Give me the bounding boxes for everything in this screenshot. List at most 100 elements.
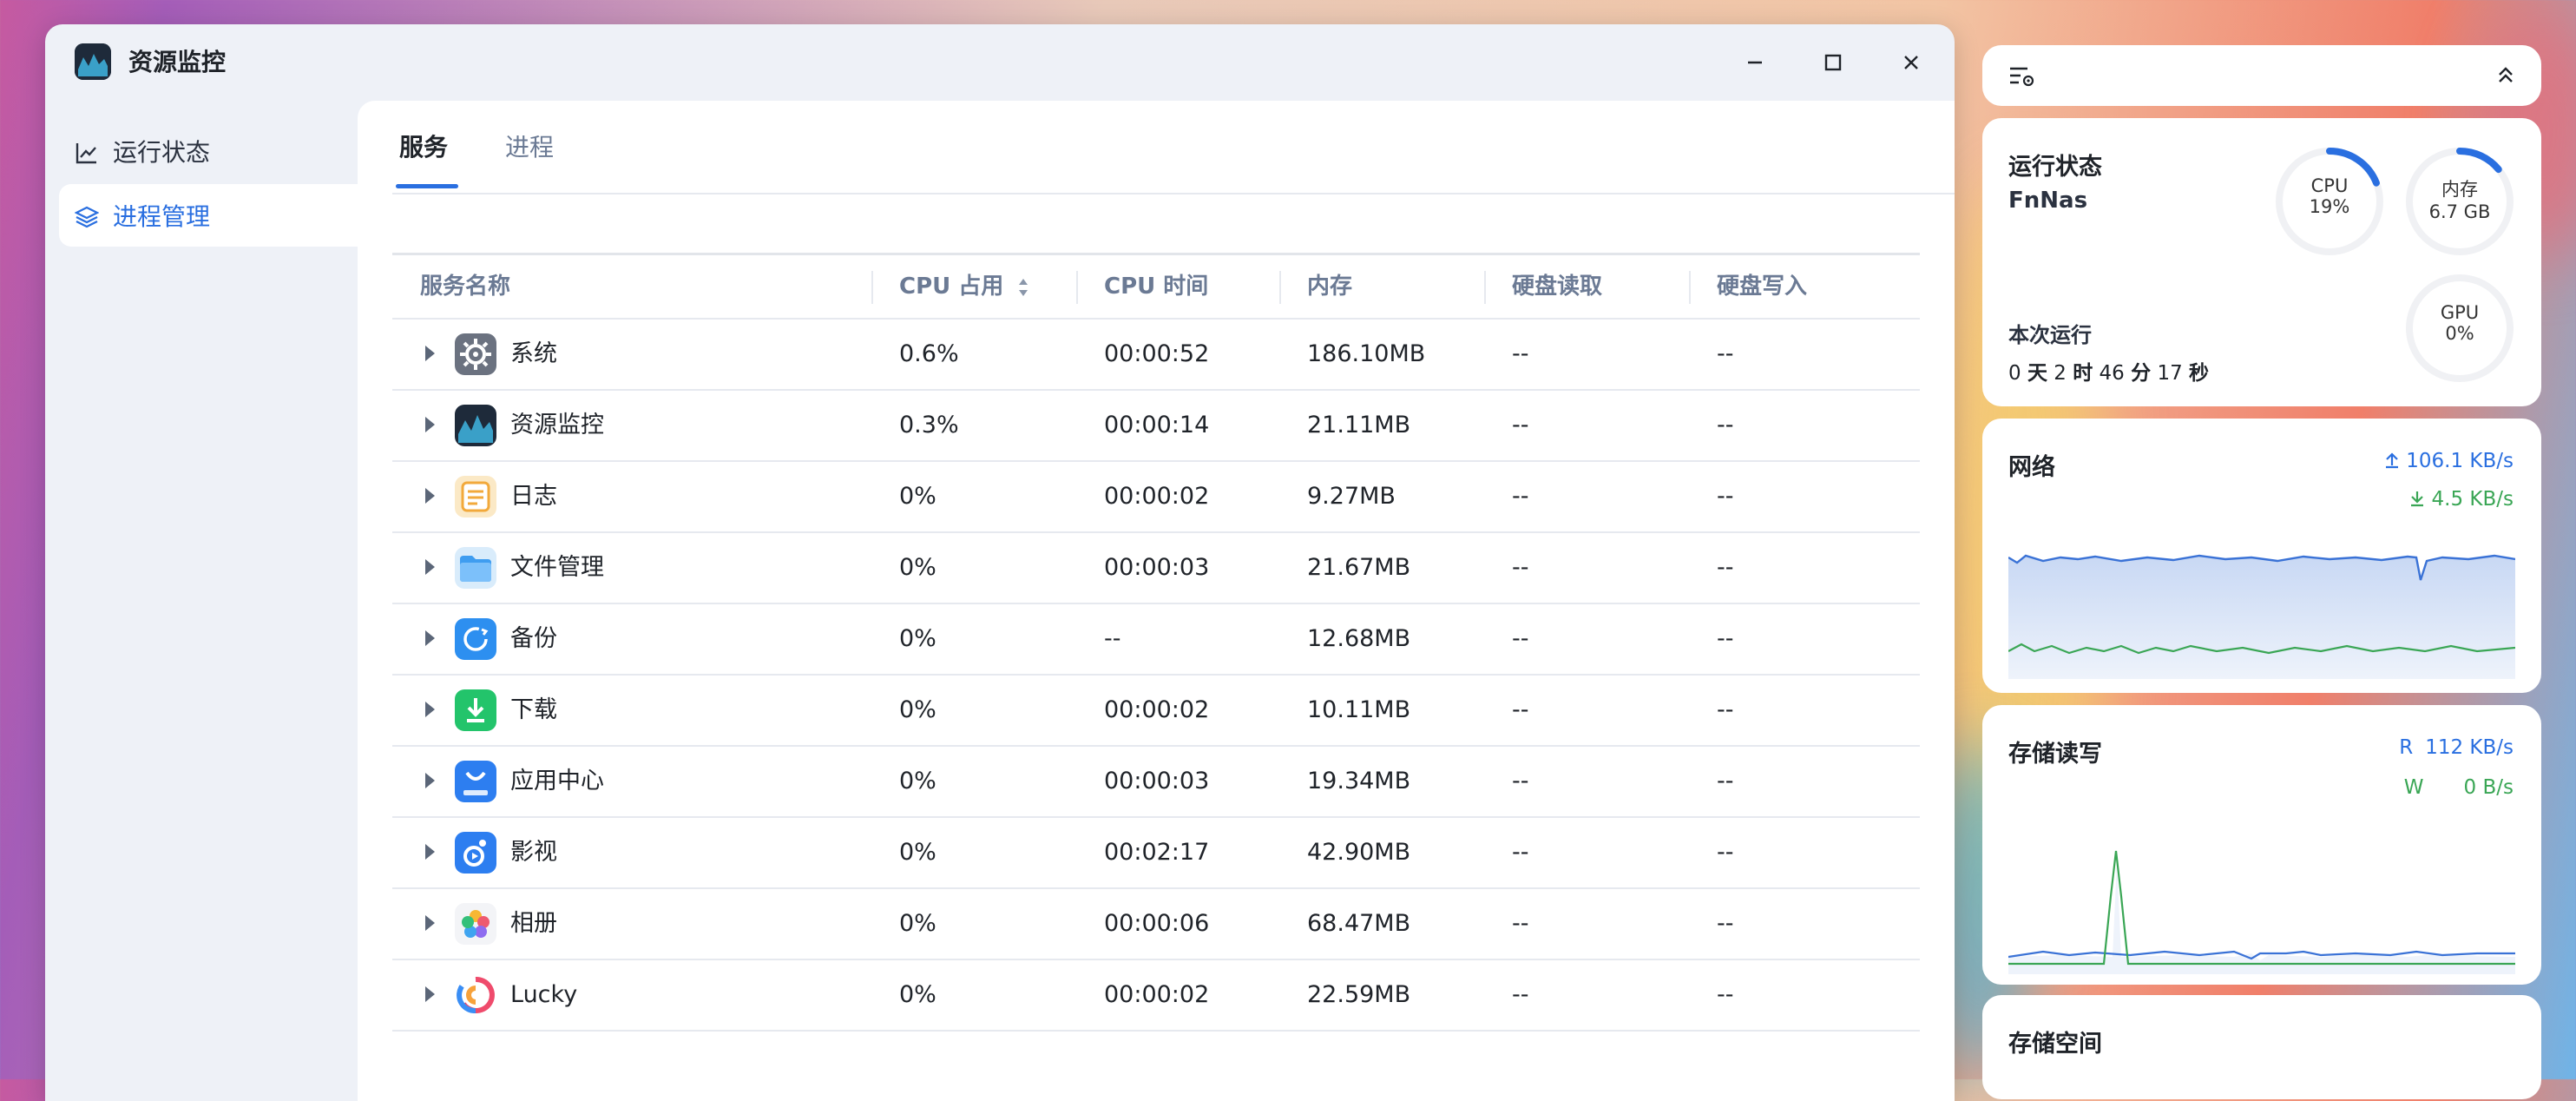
host-name: FnNas [2008, 188, 2088, 214]
cell-read: -- [1512, 412, 1529, 438]
expand-caret-icon[interactable] [425, 773, 435, 788]
close-button[interactable] [1894, 45, 1929, 80]
tab-services[interactable]: 服务 [399, 127, 448, 168]
cell-mem: 9.27MB [1307, 483, 1396, 510]
expand-caret-icon[interactable] [425, 417, 435, 432]
column-header-cpu-time[interactable]: CPU 时间 [1104, 255, 1208, 318]
expand-caret-icon[interactable] [425, 986, 435, 1002]
cell-time: 00:00:02 [1104, 981, 1210, 1008]
cell-read: -- [1512, 696, 1529, 723]
active-tab-indicator [396, 184, 458, 188]
table-row[interactable]: 备份 0% -- 12.68MB -- -- [392, 604, 1920, 676]
cell-read: -- [1512, 981, 1529, 1008]
column-header-cpu-usage[interactable]: CPU 占用 [899, 255, 1030, 318]
expand-caret-icon[interactable] [425, 488, 435, 504]
table-row[interactable]: 日志 0% 00:00:02 9.27MB -- -- [392, 462, 1920, 533]
lucky-icon [455, 974, 496, 1016]
cell-mem: 21.11MB [1307, 412, 1411, 438]
resource-monitor-window: 资源监控 运行状态 进程管理 服务 进程 服务名称 CPU 占用 CPU 时间 … [45, 24, 1955, 1101]
cell-name: 日志 [510, 483, 557, 510]
cell-name: 文件管理 [510, 554, 604, 581]
upload-icon [2385, 452, 2398, 469]
expand-caret-icon[interactable] [425, 844, 435, 860]
cell-mem: 22.59MB [1307, 981, 1411, 1008]
status-widget: 运行状态 FnNas 本次运行 0 天 2 时 46 分 17 秒 CPU 19… [1982, 118, 2541, 406]
column-header-label: CPU 占用 [899, 274, 1004, 300]
cell-mem: 21.67MB [1307, 554, 1411, 581]
cell-time: -- [1104, 625, 1121, 652]
cell-time: 00:00:02 [1104, 483, 1210, 510]
gpu-gauge-label: GPU 0% [2440, 302, 2480, 344]
minimize-icon [1748, 61, 1762, 64]
column-header-disk-read[interactable]: 硬盘读取 [1512, 255, 1602, 318]
column-header-disk-write[interactable]: 硬盘写入 [1717, 255, 1807, 318]
table-row[interactable]: 下载 0% 00:00:02 10.11MB -- -- [392, 676, 1920, 747]
cell-mem: 10.11MB [1307, 696, 1411, 723]
table-row[interactable]: 系统 0.6% 00:00:52 186.10MB -- -- [392, 320, 1920, 391]
column-header-memory[interactable]: 内存 [1307, 255, 1352, 318]
app-center-icon [455, 761, 496, 802]
main-content: 服务 进程 服务名称 CPU 占用 CPU 时间 内存 硬盘读取 硬盘写入 系统… [358, 101, 1955, 1101]
expand-caret-icon[interactable] [425, 559, 435, 575]
layers-icon [75, 206, 99, 228]
cell-time: 00:00:03 [1104, 768, 1210, 794]
maximize-icon [1824, 54, 1842, 71]
cell-mem: 42.90MB [1307, 839, 1411, 866]
cell-read: -- [1512, 340, 1529, 367]
column-separator [1484, 271, 1486, 304]
cell-cpu: 0% [899, 625, 936, 652]
file-manager-icon [455, 547, 496, 589]
column-separator [1279, 271, 1281, 304]
table-row[interactable]: 文件管理 0% 00:00:03 21.67MB -- -- [392, 533, 1920, 604]
download-speed: 4.5 KB/s [2409, 488, 2514, 511]
widget-settings-icon[interactable] [2008, 64, 2036, 89]
minimize-button[interactable] [1738, 45, 1772, 80]
network-widget: 网络 106.1 KB/s 4.5 KB/s [1982, 419, 2541, 693]
resource-monitor-icon [455, 405, 496, 446]
storage-io-graph [2008, 850, 2515, 974]
expand-caret-icon[interactable] [425, 702, 435, 717]
video-icon [455, 832, 496, 874]
cell-cpu: 0% [899, 483, 936, 510]
tab-processes[interactable]: 进程 [505, 127, 554, 168]
table-row[interactable]: Lucky 0% 00:00:02 22.59MB -- -- [392, 960, 1920, 1032]
expand-caret-icon[interactable] [425, 915, 435, 931]
tabs-divider [392, 193, 1955, 194]
cell-cpu: 0% [899, 839, 936, 866]
cell-mem: 68.47MB [1307, 910, 1411, 937]
table-row[interactable]: 应用中心 0% 00:00:03 19.34MB -- -- [392, 747, 1920, 818]
resource-monitor-app-icon [75, 43, 111, 80]
table-row[interactable]: 相册 0% 00:00:06 68.47MB -- -- [392, 889, 1920, 960]
read-speed: R 112 KB/s [2399, 736, 2514, 759]
cell-name: 下载 [510, 696, 557, 723]
cell-write: -- [1717, 340, 1734, 367]
expand-caret-icon[interactable] [425, 346, 435, 361]
widget-title: 网络 [2008, 454, 2055, 481]
table-row[interactable]: 影视 0% 00:02:17 42.90MB -- -- [392, 818, 1920, 889]
storage-space-widget: 存储空间 [1982, 995, 2541, 1099]
widget-title: 运行状态 [2008, 154, 2102, 181]
cell-read: -- [1512, 910, 1529, 937]
cell-mem: 19.34MB [1307, 768, 1411, 794]
sidebar-item-label: 进程管理 [113, 202, 211, 231]
cpu-gauge-label: CPU 19% [2309, 175, 2350, 217]
photos-icon [455, 903, 496, 945]
expand-caret-icon[interactable] [425, 630, 435, 646]
sidebar-item-status[interactable]: 运行状态 [59, 120, 389, 182]
collapse-icon[interactable] [2494, 64, 2517, 87]
download-app-icon [455, 689, 496, 731]
sidebar-item-process-management[interactable]: 进程管理 [59, 184, 389, 247]
cell-cpu: 0% [899, 910, 936, 937]
cell-cpu: 0% [899, 981, 936, 1008]
write-speed: W0 B/s [2403, 776, 2514, 799]
maximize-button[interactable] [1816, 45, 1850, 80]
cell-time: 00:02:17 [1104, 839, 1210, 866]
upload-speed: 106.1 KB/s [2384, 450, 2514, 472]
cell-name: 系统 [510, 340, 557, 367]
column-header-service-name[interactable]: 服务名称 [420, 255, 510, 318]
cell-read: -- [1512, 839, 1529, 866]
table-row[interactable]: 资源监控 0.3% 00:00:14 21.11MB -- -- [392, 391, 1920, 462]
column-separator [1689, 271, 1691, 304]
cell-write: -- [1717, 412, 1734, 438]
cell-cpu: 0% [899, 554, 936, 581]
